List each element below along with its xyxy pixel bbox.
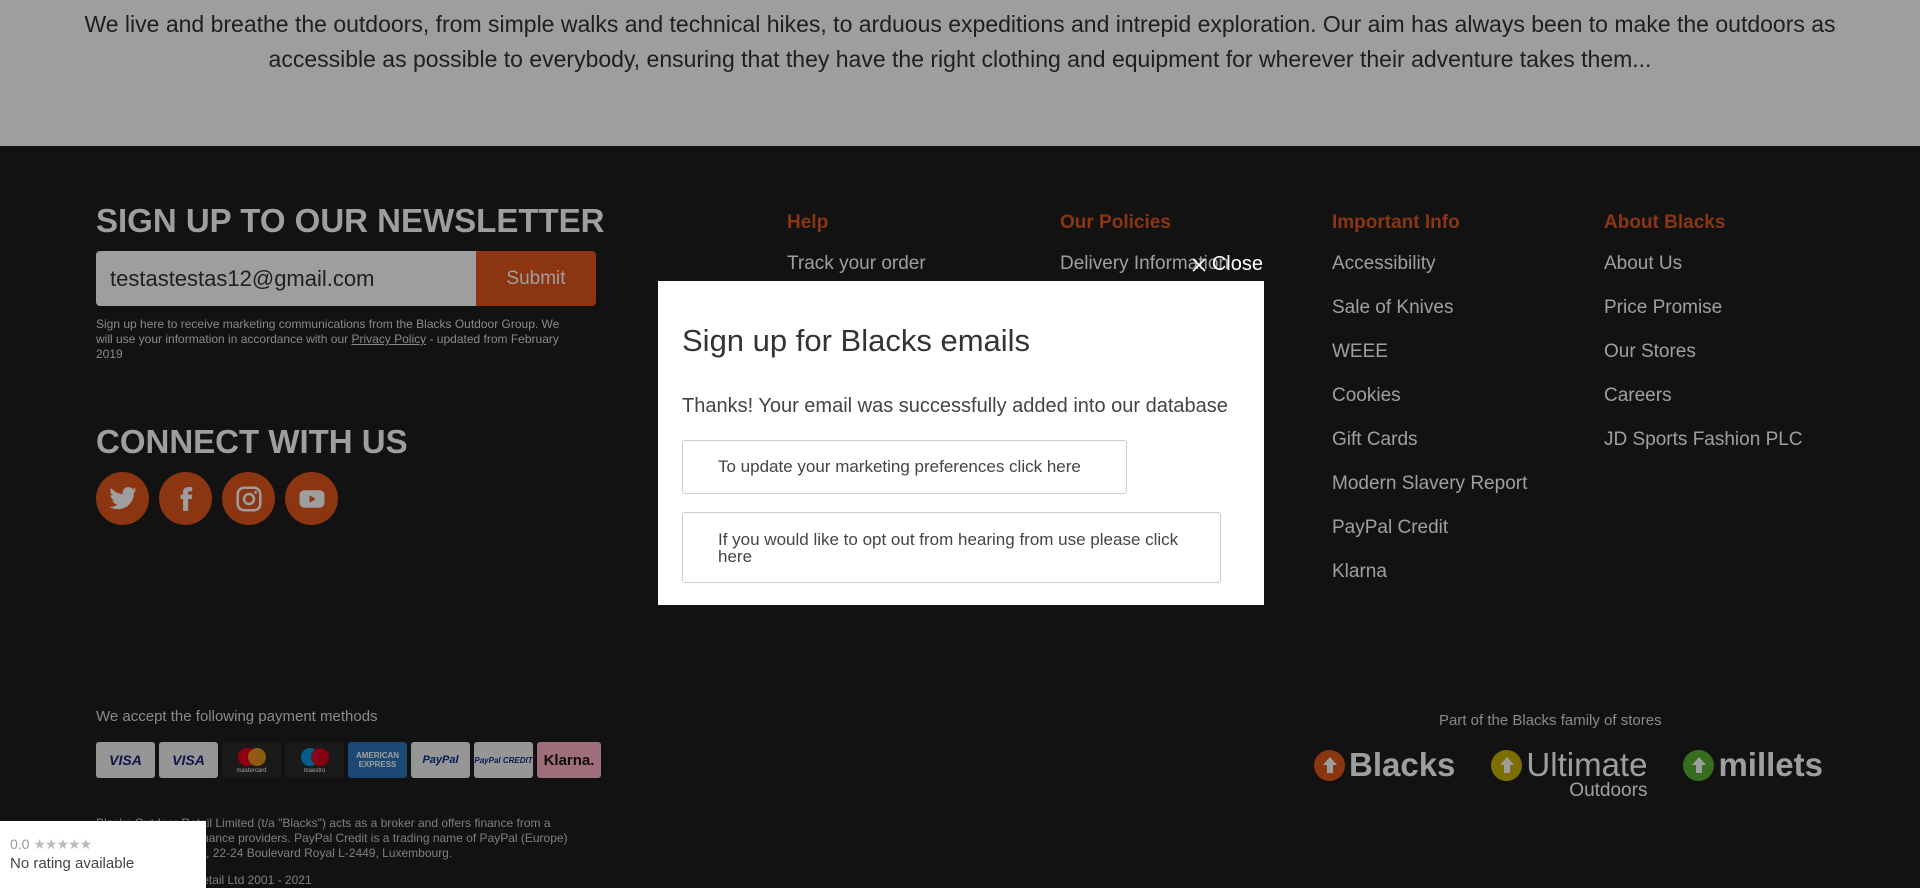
- rating-stars-icon: ★★★★★: [33, 836, 92, 852]
- email-signup-modal: Close Sign up for Blacks emails Thanks! …: [658, 253, 1264, 605]
- modal-close-button[interactable]: Close: [1192, 253, 1263, 276]
- rating-value: 0.0: [10, 836, 30, 852]
- opt-out-button[interactable]: If you would like to opt out from hearin…: [682, 512, 1221, 583]
- modal-close-label: Close: [1211, 253, 1263, 275]
- review-rating-badge[interactable]: 0.0 ★★★★★ No rating available: [0, 821, 206, 888]
- close-icon: [1192, 257, 1206, 272]
- modal-success-message: Thanks! Your email was successfully adde…: [682, 395, 1228, 417]
- rating-status-text: No rating available: [10, 855, 135, 872]
- modal-title: Sign up for Blacks emails: [682, 323, 1031, 358]
- update-preferences-button[interactable]: To update your marketing preferences cli…: [682, 440, 1127, 494]
- rating-score: 0.0 ★★★★★: [10, 836, 196, 853]
